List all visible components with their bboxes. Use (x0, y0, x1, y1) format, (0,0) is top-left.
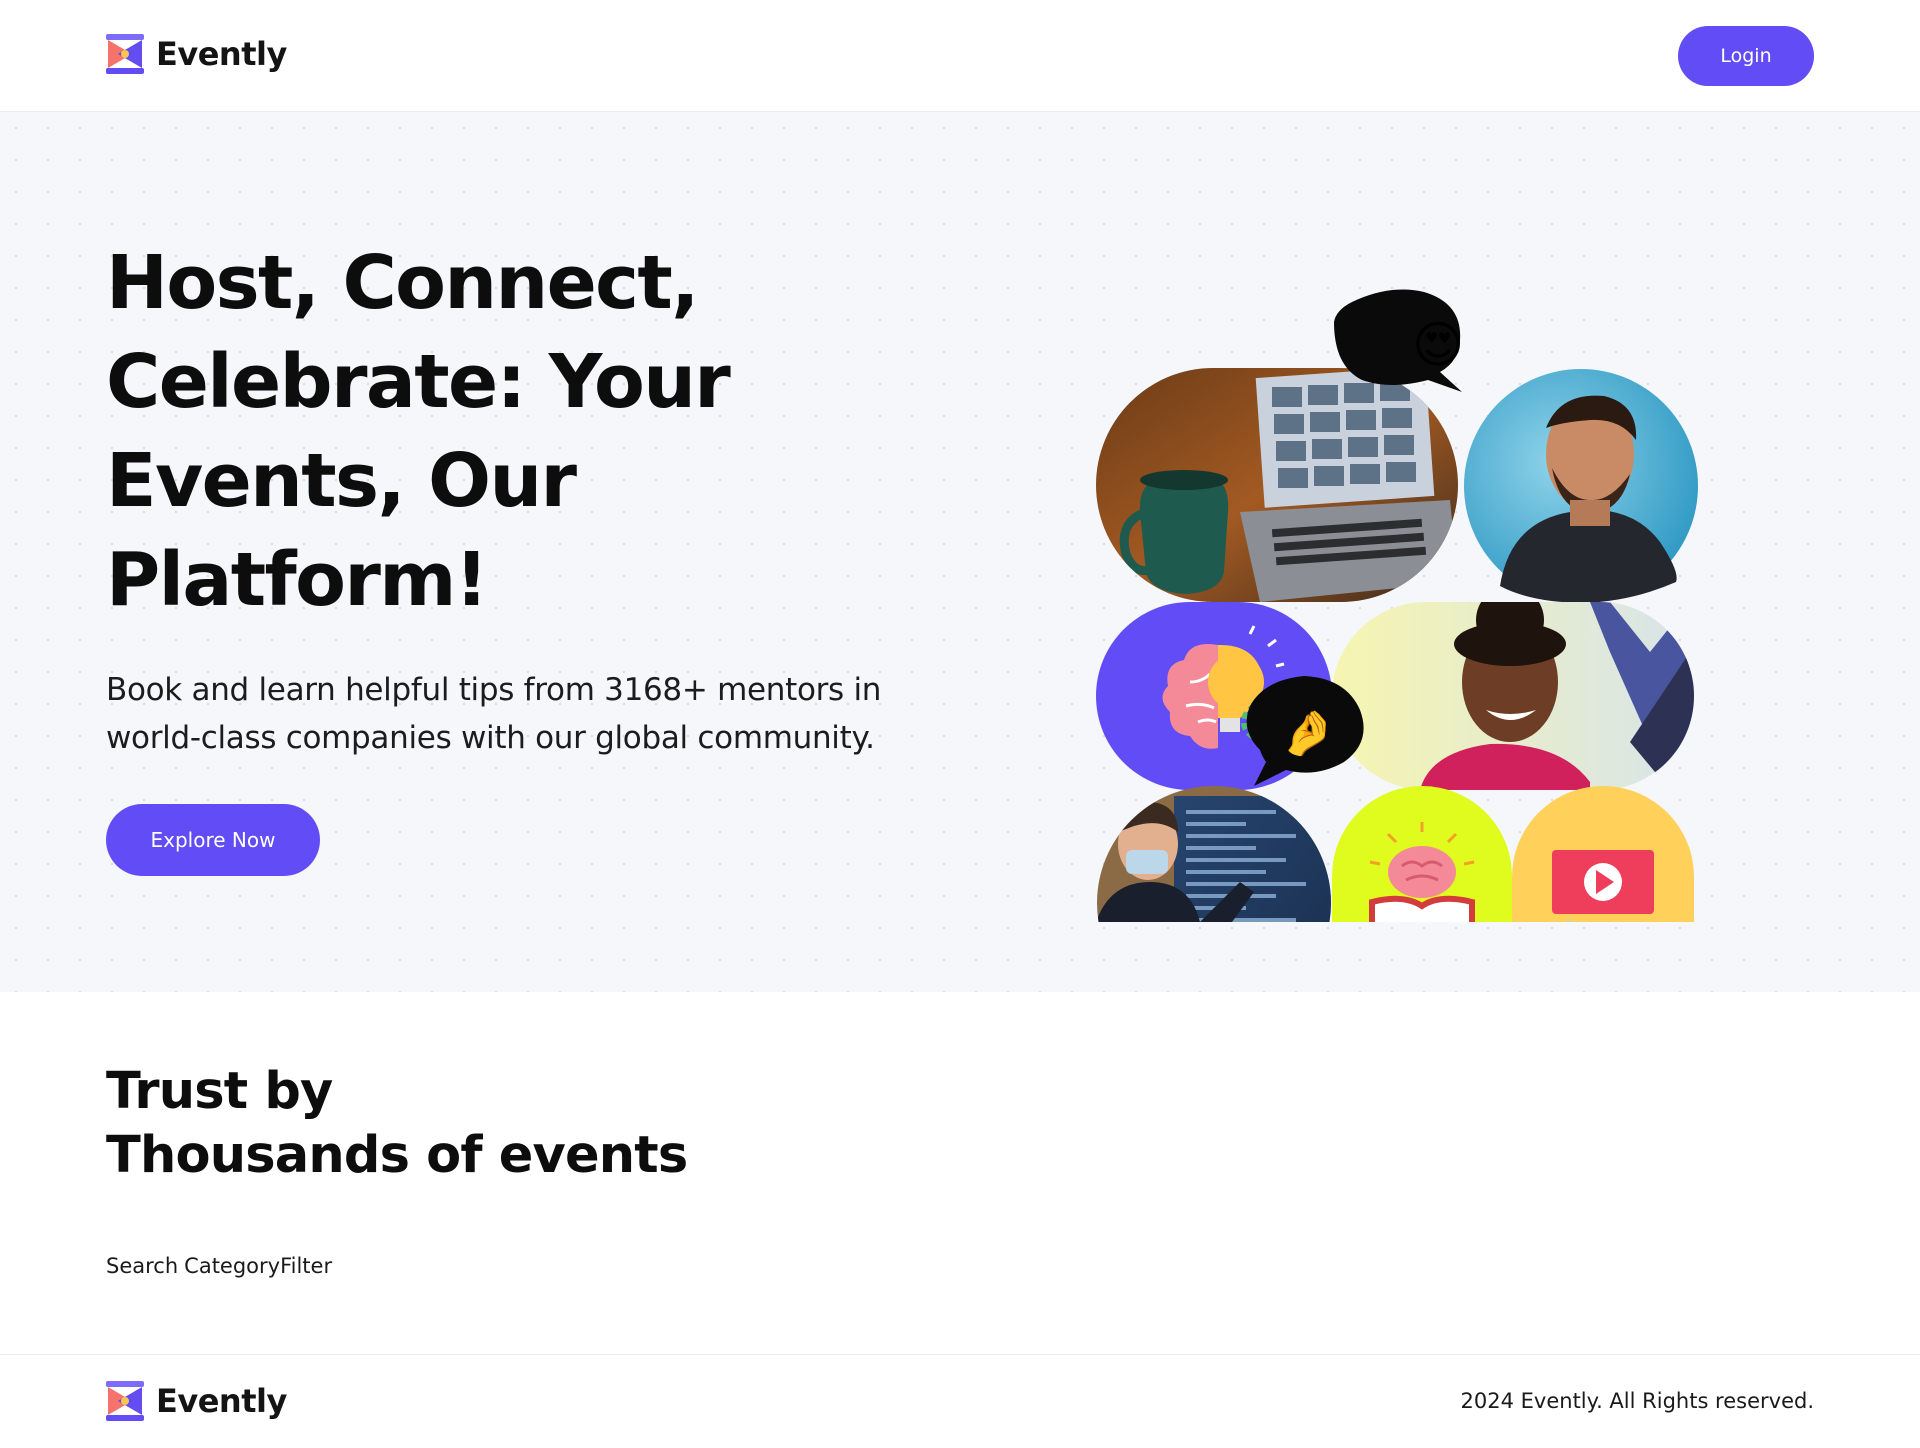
category-filter[interactable]: CategoryFilter (184, 1254, 332, 1278)
brain-book-tile (1332, 786, 1512, 922)
presenter-classroom-image (1097, 786, 1331, 922)
explore-now-button[interactable]: Explore Now (106, 804, 320, 876)
search-filter-bar: Search CategoryFilter (106, 1254, 332, 1278)
hero-title: Host, Connect, Celebrate: Your Events, O… (106, 240, 731, 623)
laughing-man-image (1464, 369, 1698, 603)
trust-heading: Trust by Thousands of events (106, 1060, 1006, 1188)
pinched-fingers-emoji: 🤌 (1281, 708, 1336, 759)
evently-logo-icon (106, 34, 144, 74)
video-play-icon (1552, 850, 1654, 922)
hero-collage: 😍 🤌 (1096, 289, 1698, 922)
smiling-woman-image (1332, 602, 1694, 790)
login-button[interactable]: Login (1678, 26, 1814, 86)
footer-brand-name: Evently (156, 1382, 287, 1420)
copyright-text: 2024 Evently. All Rights reserved. (1460, 1389, 1814, 1413)
site-header: Evently Login (0, 0, 1920, 112)
heart-eyes-emoji: 😍 (1412, 316, 1464, 374)
header-logo[interactable]: Evently (106, 34, 287, 74)
reaction-bubble-bottom: 🤌 (1246, 676, 1364, 786)
footer-logo[interactable]: Evently (106, 1381, 287, 1421)
hero-section: Host, Connect, Celebrate: Your Events, O… (0, 112, 1920, 992)
trust-heading-line1: Trust by (106, 1062, 333, 1121)
brand-name: Evently (156, 35, 287, 73)
hero-subtitle: Book and learn helpful tips from 3168+ m… (106, 672, 882, 756)
laptop-video-call-image (1096, 368, 1458, 602)
evently-logo-icon (106, 1381, 144, 1421)
trust-heading-line2: Thousands of events (106, 1126, 688, 1185)
site-footer: Evently 2024 Evently. All Rights reserve… (0, 1354, 1920, 1448)
search-field[interactable]: Search (106, 1254, 178, 1278)
video-tile (1512, 786, 1694, 922)
